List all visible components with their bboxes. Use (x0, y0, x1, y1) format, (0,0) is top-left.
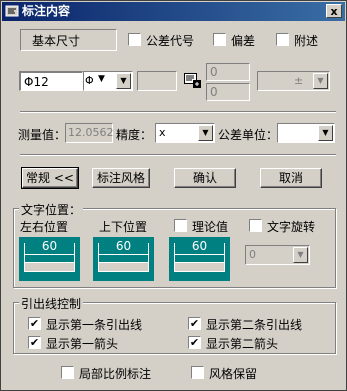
local-scale-checkbox[interactable] (61, 366, 74, 379)
attached-combo[interactable]: ± ▼ (257, 71, 330, 91)
rotate-angle-combo[interactable]: 0 ▼ (245, 245, 310, 265)
chevron-down-icon[interactable]: ▼ (198, 125, 213, 141)
insert-symbol-icon[interactable] (184, 73, 202, 89)
measured-value-field: 12.0562 (65, 123, 114, 143)
up-down-position-label: 上下位置 (99, 220, 148, 234)
keep-style-label[interactable]: 风格保留 (209, 365, 257, 382)
text-rotate-label[interactable]: 文字旋转 (267, 218, 315, 235)
keep-style-checkbox[interactable] (191, 366, 204, 379)
show-second-leader-checkbox[interactable]: ✔ (188, 317, 201, 330)
local-scale-label[interactable]: 局部比例标注 (79, 365, 151, 382)
show-first-leader-checkbox[interactable]: ✔ (28, 317, 41, 330)
dialog-window: 标注内容 x 基本尺寸 公差代号 偏差 附述 Φ12 Φ ▼ ▼ 0 0 ± ▼… (0, 0, 347, 391)
measured-value-label: 测量值： (18, 128, 67, 142)
text-rotate-checkbox[interactable] (249, 219, 262, 232)
window-title: 标注内容 (22, 4, 71, 18)
regular-button[interactable]: 常规 << (21, 167, 79, 189)
basic-size-label: 基本尺寸 (32, 34, 81, 48)
tolerance-unit-label: 公差单位： (218, 128, 279, 142)
lower-deviation-input[interactable]: 0 (206, 83, 250, 101)
precision-combo[interactable]: x ▼ (155, 123, 215, 143)
tolerance-unit-combo[interactable]: ▼ (277, 123, 335, 143)
cancel-button[interactable]: 取消 (260, 168, 322, 188)
dimension-style-button[interactable]: 标注风格 (92, 168, 150, 188)
theory-value-checkbox[interactable] (174, 219, 187, 232)
left-right-preview-button[interactable]: 60 (19, 237, 80, 281)
theory-value-label[interactable]: 理论值 (192, 218, 228, 235)
chevron-down-icon[interactable]: ▼ (313, 73, 328, 89)
close-button[interactable]: x (326, 4, 342, 18)
show-first-leader-label[interactable]: 显示第一条引出线 (46, 316, 142, 333)
precision-label: 精度： (116, 128, 153, 142)
left-right-position-label: 左右位置 (20, 220, 69, 234)
tolerance-code-field (137, 71, 177, 91)
show-first-arrow-label[interactable]: 显示第一箭头 (46, 335, 118, 352)
attached-checkbox[interactable] (276, 33, 289, 46)
leader-control-group-title: 引出线控制 (19, 295, 84, 312)
show-second-leader-label[interactable]: 显示第二条引出线 (206, 316, 302, 333)
up-down-preview-button[interactable]: 60 (93, 237, 154, 281)
theory-value-preview-button[interactable]: 60 (169, 237, 230, 281)
title-bar[interactable]: 标注内容 x (2, 2, 345, 21)
deviation-label[interactable]: 偏差 (231, 32, 255, 49)
tolerance-code-checkbox[interactable] (128, 33, 141, 46)
separator (20, 111, 336, 113)
separator (20, 154, 336, 156)
attached-label[interactable]: 附述 (294, 32, 318, 49)
chevron-down-icon[interactable]: ▼ (293, 247, 308, 263)
show-second-arrow-label[interactable]: 显示第二箭头 (206, 335, 278, 352)
ok-button[interactable]: 确认 (174, 168, 236, 188)
show-second-arrow-checkbox[interactable]: ✔ (188, 336, 201, 349)
upper-deviation-input[interactable]: 0 (206, 63, 250, 81)
show-first-arrow-checkbox[interactable]: ✔ (28, 336, 41, 349)
tolerance-code-label[interactable]: 公差代号 (146, 32, 194, 49)
chevron-down-icon[interactable]: ▼ (116, 73, 131, 89)
dimension-text-input[interactable]: Φ12 (19, 71, 83, 91)
text-position-group-title: 文字位置： (19, 201, 84, 218)
deviation-checkbox[interactable] (213, 33, 226, 46)
symbol-combo[interactable]: Φ ▼ ▼ (83, 71, 133, 91)
chevron-down-icon[interactable]: ▼ (318, 125, 333, 141)
app-icon (5, 5, 19, 17)
caret-glyph: ▼ (98, 74, 105, 84)
